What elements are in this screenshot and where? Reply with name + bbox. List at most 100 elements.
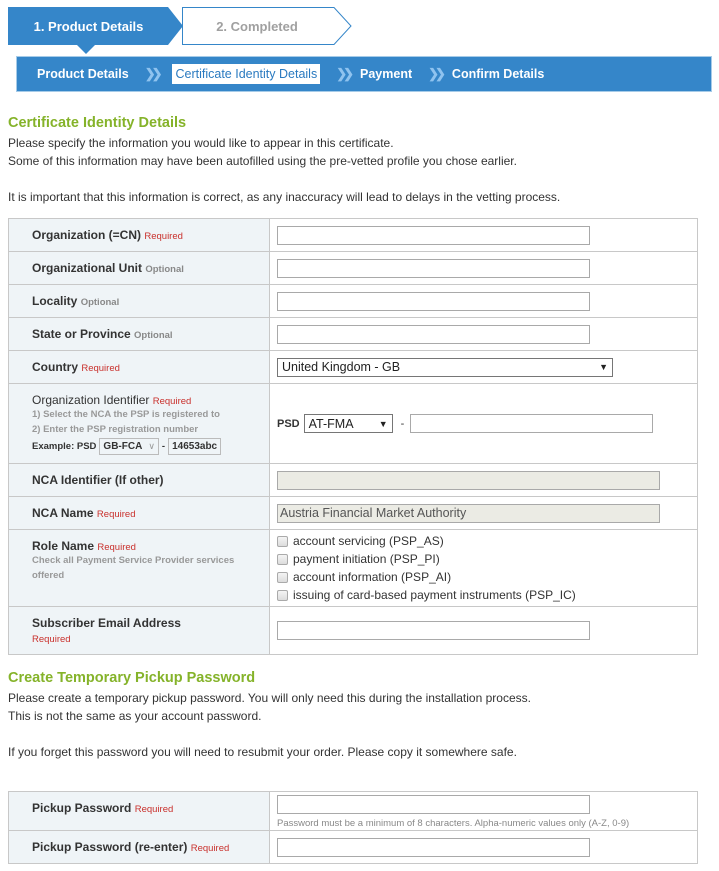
checkbox-label: payment initiation (PSP_PI) [293,552,440,566]
checkbox[interactable] [277,535,288,547]
pickup-password-confirm-input[interactable] [277,837,590,857]
subnav-confirm-details[interactable]: Confirm Details [452,67,544,81]
form-row-organization: Organization (=CN) Required [8,218,698,252]
org-identifier-hint-1: 1) Select the NCA the PSP is registered … [32,408,220,420]
organization-input[interactable] [277,225,590,245]
required-tag: Required [97,542,136,553]
field-label: Organization Identifier [32,392,150,407]
required-tag: Required [81,363,120,374]
sub-navigation: Product Details ❯❯ Certificate Identity … [16,56,712,92]
required-tag: Required [152,395,192,407]
step-label: 2. Completed [216,18,298,34]
checkbox[interactable] [277,589,288,601]
form-row-nca-name: NCA Name Required Austria Financial Mark… [8,496,698,530]
optional-tag: Optional [134,330,173,341]
subnav-payment[interactable]: Payment [360,67,412,81]
separator-dash: - [400,417,405,430]
field-label: Subscriber Email Address [32,616,181,630]
nca-identifier-input[interactable] [277,470,660,490]
identity-intro-2: Some of this information may have been a… [8,154,517,168]
identity-form-table: Organization (=CN) Required Organization… [8,218,698,655]
field-label: Role Name [32,539,95,553]
country-selected-value: United Kingdom - GB [282,360,401,374]
checkbox-label: issuing of card-based payment instrument… [293,588,576,602]
locality-input[interactable] [277,291,590,311]
subnav-product-details[interactable]: Product Details [37,67,129,81]
role-option-psp-as[interactable]: account servicing (PSP_AS) [277,532,697,550]
nca-name-input[interactable]: Austria Financial Market Authority [277,503,660,523]
field-label: NCA Name [32,506,94,520]
form-row-country: Country Required United Kingdom - GB ▼ [8,350,698,384]
form-row-pickup-password: Pickup Password Required Password must b… [8,791,698,831]
example-dash: - [161,440,166,452]
subscriber-email-input[interactable] [277,621,590,640]
organizational-unit-input[interactable] [277,258,590,278]
nca-select[interactable]: AT-FMA ▼ [303,414,393,433]
example-nca-select: GB-FCA ∨ [99,437,159,455]
checkbox-label: account servicing (PSP_AS) [293,534,444,548]
checkbox[interactable] [277,553,288,565]
state-province-input[interactable] [277,324,590,344]
example-select-value: GB-FCA [103,440,143,452]
password-intro-3: If you forget this password you will nee… [8,745,517,759]
double-chevron-right-icon: ❯❯ [336,66,354,81]
required-tag: Required [96,509,136,520]
country-select[interactable]: United Kingdom - GB ▼ [277,357,613,377]
required-tag: Required [144,231,183,242]
password-form-table: Pickup Password Required Password must b… [8,791,698,864]
form-row-org-identifier: Organization Identifier Required 1) Sele… [8,383,698,464]
field-label: Pickup Password (re-enter) [32,840,188,854]
form-row-locality: Locality Optional [8,284,698,318]
form-row-pickup-password-confirm: Pickup Password (re-enter) Required [8,830,698,864]
step-label: 1. Product Details [33,18,144,34]
subnav-certificate-identity-details[interactable]: Certificate Identity Details [172,64,321,84]
optional-tag: Optional [80,297,120,308]
org-identifier-hint-2: 2) Enter the PSP registration number [32,423,199,435]
field-label: Pickup Password [32,801,132,815]
step-completed: 2. Completed [182,7,352,45]
chevron-down-icon: ∨ [148,440,155,451]
field-label: Organization (=CN) [32,228,142,242]
example-label: Example: PSD [32,440,97,452]
field-label: State or Province [32,327,131,341]
form-row-org-unit: Organizational Unit Optional [8,251,698,285]
required-tag: Required [134,804,174,815]
form-row-state: State or Province Optional [8,317,698,351]
role-option-psp-ai[interactable]: account information (PSP_AI) [277,568,697,586]
password-intro-1: Please create a temporary pickup passwor… [8,691,531,705]
double-chevron-right-icon: ❯❯ [144,66,163,81]
section-heading-identity: Certificate Identity Details [8,115,187,131]
section-heading-password: Create Temporary Pickup Password [8,670,256,686]
password-intro-2: This is not the same as your account pas… [8,709,262,723]
password-requirements-hint: Password must be a minimum of 8 characte… [277,818,630,829]
role-name-hint: Check all Payment Service Provider servi… [32,555,235,581]
form-row-email: Subscriber Email Address Required [8,606,698,655]
identity-intro-3: It is important that this information is… [8,190,561,204]
required-tag: Required [190,843,230,854]
active-step-pointer [77,45,95,54]
field-label: Organizational Unit [32,261,143,275]
form-row-nca-identifier: NCA Identifier (If other) [8,463,698,497]
dropdown-arrow-icon: ▼ [378,418,388,429]
role-option-psp-pi[interactable]: payment initiation (PSP_PI) [277,550,697,568]
progress-steps: 1. Product Details 2. Completed [8,7,368,54]
org-identifier-example: Example: PSD GB-FCA ∨ - 14653abc [32,437,269,455]
example-registration-number: 14653abc [168,437,222,455]
role-option-psp-ic[interactable]: issuing of card-based payment instrument… [277,586,697,604]
dropdown-arrow-icon: ▼ [599,362,608,372]
double-chevron-right-icon: ❯❯ [428,66,446,81]
field-label: Locality [32,294,78,308]
checkbox[interactable] [277,571,288,583]
form-row-role-name: Role Name Required Check all Payment Ser… [8,529,698,607]
optional-tag: Optional [145,264,184,275]
field-label: Country [32,360,78,374]
identity-intro-1: Please specify the information you would… [8,136,394,150]
nca-selected-value: AT-FMA [308,416,354,431]
org-identifier-input-group: PSD AT-FMA ▼ - [277,414,697,433]
required-tag: Required [32,634,71,645]
field-label: NCA Identifier (If other) [32,473,164,487]
checkbox-label: account information (PSP_AI) [293,570,452,584]
pickup-password-input[interactable] [277,795,590,814]
psd-prefix: PSD [277,417,300,430]
registration-number-input[interactable] [410,414,654,433]
